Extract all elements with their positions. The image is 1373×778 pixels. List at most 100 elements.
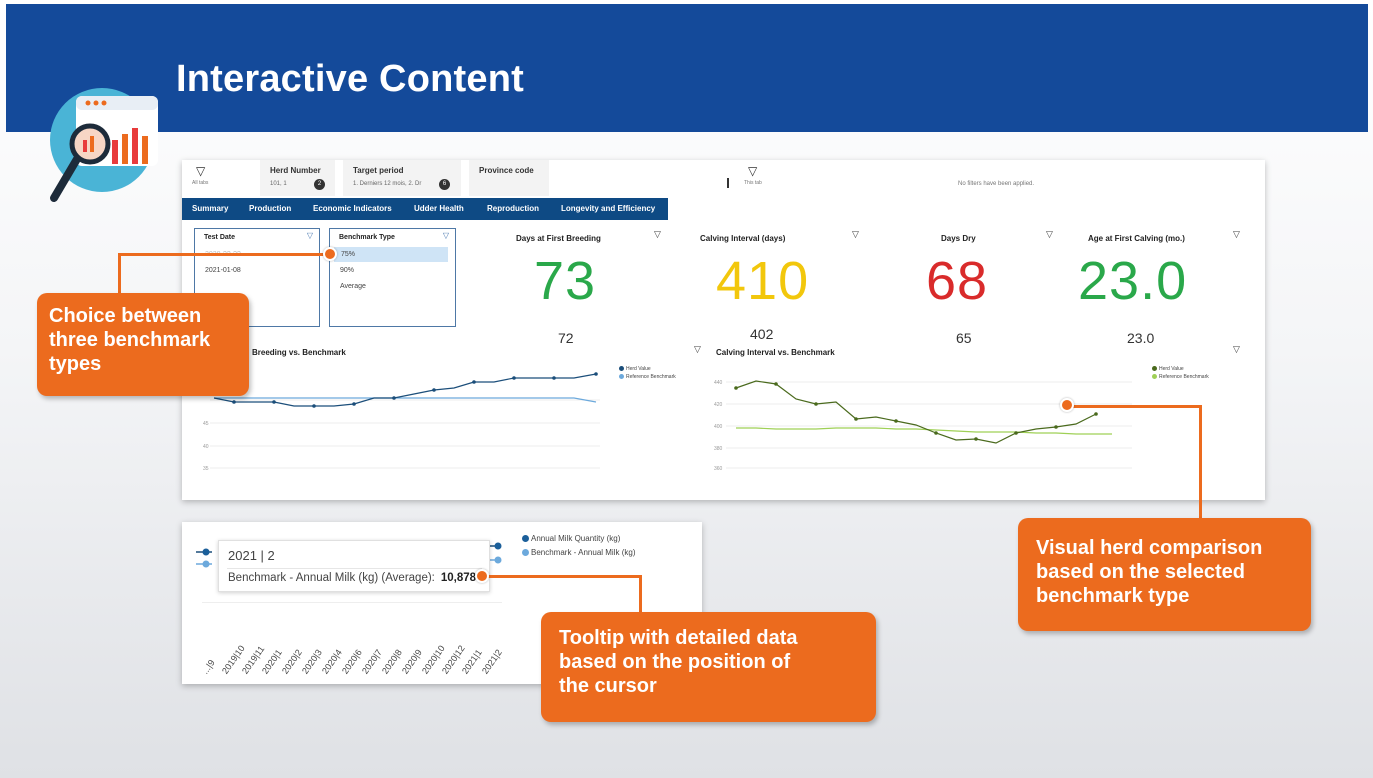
tab-reproduction[interactable]: Reproduction [487,204,539,213]
kpi-title-calving-interval: Calving Interval (days) [700,234,786,243]
chart2-legend-benchmark: Reference Benchmark [1152,374,1209,380]
pointer-dot [475,569,489,583]
x-axis-label: 2020|6 [340,647,364,676]
leader-line [1068,405,1202,408]
chart-filter-icon[interactable]: ▽ [1233,344,1240,355]
slide-title: Interactive Content [176,58,524,100]
kpi-value-days-dry: 68 [926,251,989,311]
svg-text:360: 360 [714,466,723,472]
province-code-filter[interactable]: Province code [469,160,549,196]
svg-text:440: 440 [714,380,723,386]
divider [727,178,729,188]
tooltip-legend-benchmark: Benchmark - Annual Milk (kg) [522,548,635,557]
chart1-plot: 45 40 35 [203,372,600,472]
callout-tooltip: Tooltip with detailed data based on the p… [541,612,876,722]
x-axis-label: 2020|7 [360,647,384,676]
slide: Interactive Content ▽ All tabs Herd Numb… [0,0,1373,778]
kpi-value-days-first-breeding: 73 [534,251,597,311]
x-axis-label: ...|9 [200,657,217,676]
herd-number-filter[interactable]: Herd Number 101, 1 2 [260,160,335,196]
x-axis-label: 2020|3 [300,647,324,676]
all-tabs-label: All tabs [192,180,209,186]
herd-count-badge: 2 [314,179,325,190]
filter-icon[interactable]: ▽ [196,164,205,178]
tab-economic-indicators[interactable]: Economic Indicators [313,204,392,213]
chart1-legend-herd: Herd Value [619,366,651,372]
target-period-label: Target period [353,166,404,175]
kpi-filter-icon[interactable]: ▽ [654,229,661,240]
kpi-value-calving-interval: 410 [716,251,810,311]
tooltip-legend-milk: Annual Milk Quantity (kg) [522,534,620,543]
filter-bar: ▽ All tabs Herd Number 101, 1 2 Target p… [182,160,1265,198]
svg-text:40: 40 [203,444,209,450]
kpi-value-age-first-calving: 23.0 [1078,251,1188,311]
kpi-title-days-dry: Days Dry [941,234,976,243]
x-axis-label: 2021|2 [480,647,504,676]
benchmark-type-slicer[interactable]: Benchmark Type ▽ 75% 90% Average [329,228,456,327]
test-date-option[interactable]: 2021-01-08 [205,267,241,274]
herd-number-label: Herd Number [270,166,321,175]
x-axis-label: 2020|8 [380,647,404,676]
target-count-badge: 6 [439,179,450,190]
tab-summary[interactable]: Summary [192,204,228,213]
tab-filter-icon[interactable]: ▽ [748,164,757,178]
chart2-plot: 440 420 400 380 360 [714,380,1132,472]
leader-line [639,575,642,613]
tab-longevity-efficiency[interactable]: Longevity and Efficiency [561,204,655,213]
province-code-label: Province code [479,166,534,175]
chart2-legend-herd: Herd Value [1152,366,1184,372]
kpi-filter-icon[interactable]: ▽ [1233,229,1240,240]
target-period-filter[interactable]: Target period 1. Derniers 12 mois, 2. Dr… [343,160,461,196]
leader-line [1199,405,1202,520]
no-filters-text: No filters have been applied. [958,181,1035,187]
kpi-benchmark-age-first-calving: 23.0 [1127,330,1155,346]
benchmark-option-average[interactable]: Average [340,283,366,290]
this-tab-label: This tab [744,180,762,186]
target-period-value: 1. Derniers 12 mois, 2. Dr [353,181,422,187]
dashboard-screenshot: ▽ All tabs Herd Number 101, 1 2 Target p… [182,160,1265,500]
benchmark-option-75[interactable]: 75% [334,247,448,262]
chart1-legend-benchmark: Reference Benchmark [619,374,676,380]
kpi-filter-icon[interactable]: ▽ [852,229,859,240]
data-tooltip: 2021 | 2 Benchmark - Annual Milk (kg) (A… [218,540,490,592]
leader-line [482,575,642,578]
kpi-benchmark-calving-interval: 402 [750,326,774,342]
leader-line [118,253,121,293]
analytics-logo-icon [36,88,176,218]
svg-text:400: 400 [714,424,723,430]
slicer-filter-icon[interactable]: ▽ [443,231,449,240]
tooltip-row: Benchmark - Annual Milk (kg) (Average): 1… [228,572,477,584]
pointer-dot [323,247,337,261]
tooltip-value: 10,878 [440,572,477,584]
tab-udder-health[interactable]: Udder Health [414,204,464,213]
callout-benchmark-choice: Choice between three benchmark types [37,293,249,396]
callout-visual-comparison: Visual herd comparison based on the selec… [1018,518,1311,631]
chart1-title: Breeding vs. Benchmark [252,348,346,357]
title-banner: Interactive Content [6,4,1368,132]
x-axis-label: 2020|9 [400,647,424,676]
herd-number-value: 101, 1 [270,181,287,187]
tooltip-divider [227,568,482,569]
axis-line [202,602,502,603]
svg-text:45: 45 [203,421,209,427]
kpi-benchmark-days-dry: 65 [956,330,972,346]
kpi-filter-icon[interactable]: ▽ [1046,229,1053,240]
tooltip-period: 2021 | 2 [228,548,275,563]
kpi-title-days-first-breeding: Days at First Breeding [516,234,601,243]
svg-text:420: 420 [714,402,723,408]
chart-filter-icon[interactable]: ▽ [694,344,701,355]
x-axis-label: 2020|4 [320,647,344,676]
svg-text:380: 380 [714,446,723,452]
kpi-title-age-first-calving: Age at First Calving (mo.) [1088,234,1185,243]
kpi-benchmark-days-first-breeding: 72 [558,330,574,346]
svg-text:35: 35 [203,466,209,472]
benchmark-type-title: Benchmark Type [339,234,395,241]
pointer-dot [1060,398,1074,412]
slicer-filter-icon[interactable]: ▽ [307,231,313,240]
leader-line [120,253,330,256]
tab-production[interactable]: Production [249,204,291,213]
test-date-title: Test Date [204,234,235,241]
benchmark-option-90[interactable]: 90% [340,267,354,274]
x-axis-label: 2020|2 [280,647,304,676]
dashboard-nav: Summary Production Economic Indicators U… [182,198,668,220]
